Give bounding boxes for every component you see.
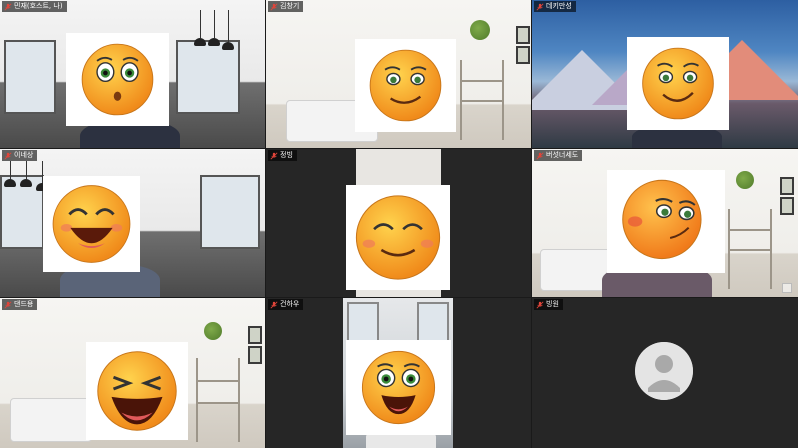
face-cover-emoji	[627, 37, 729, 130]
content-smile-face-icon	[355, 195, 441, 280]
participant-name: 건하우	[280, 300, 300, 308]
video-tile-6-active-speaker[interactable]: 버섯너세도	[532, 149, 798, 297]
face-cover-emoji	[86, 342, 188, 440]
face-cover-emoji	[355, 39, 456, 132]
participant-name-tag: 댄드용	[2, 299, 38, 310]
smirk-face-icon	[642, 47, 714, 120]
face-cover-emoji	[346, 340, 451, 435]
person-silhouette-icon	[635, 342, 693, 400]
video-tile-4[interactable]: 이네상	[0, 149, 265, 297]
participant-name: 댄드용	[14, 300, 34, 308]
mic-muted-icon	[4, 152, 12, 159]
pendant-lamp-icon	[208, 38, 220, 46]
background-shelf	[196, 358, 240, 442]
grinning-face-icon	[361, 350, 436, 425]
participant-name-tag: 김창기	[268, 1, 304, 12]
plant-icon	[736, 171, 754, 189]
face-cover-emoji	[346, 185, 450, 290]
mic-muted-icon	[270, 301, 278, 308]
face-cover-emoji	[66, 33, 169, 126]
wall-frame	[780, 197, 794, 215]
participant-name-tag: 민재(호스트, 나)	[2, 1, 67, 12]
mic-muted-icon	[536, 3, 544, 10]
participant-name: 민재(호스트, 나)	[14, 2, 63, 10]
video-tile-2[interactable]: 김창기	[266, 0, 531, 148]
participant-name-tag: 정빙	[268, 150, 297, 161]
wall-frame	[248, 346, 262, 364]
smirk-face-icon	[369, 49, 442, 122]
pendant-lamp-icon	[222, 42, 234, 50]
plant-icon	[470, 20, 490, 40]
wall-frame	[516, 46, 530, 64]
participant-name: 데키만성	[546, 2, 572, 10]
background-window	[200, 175, 260, 249]
pendant-lamp-icon	[194, 38, 206, 46]
background-window	[4, 40, 56, 114]
mic-muted-icon	[270, 3, 278, 10]
participant-name: 버섯너세도	[546, 151, 579, 159]
participant-name: 정빙	[280, 151, 293, 159]
background-window	[176, 40, 240, 114]
mic-muted-icon	[536, 152, 544, 159]
pendant-lamp-icon	[20, 179, 32, 187]
face-cover-emoji	[43, 176, 140, 272]
participant-name-tag: 건하우	[268, 299, 304, 310]
plant-icon	[204, 322, 222, 340]
participant-name: 빙원	[546, 300, 559, 308]
wall-frame	[516, 26, 530, 44]
xd-laughing-face-icon	[97, 351, 177, 431]
participant-name-tag: 버섯너세도	[534, 150, 583, 161]
face-cover-emoji	[607, 170, 725, 273]
mic-muted-icon	[4, 301, 12, 308]
mic-muted-icon	[4, 3, 12, 10]
video-tile-5[interactable]: 정빙	[266, 149, 531, 297]
pin-video-icon[interactable]	[782, 283, 792, 293]
default-avatar	[635, 342, 693, 400]
video-tile-7[interactable]: 댄드용	[0, 298, 265, 448]
wink-blush-face-icon	[622, 179, 702, 260]
participant-name-tag: 데키만성	[534, 1, 576, 12]
participant-name: 김창기	[280, 2, 300, 10]
laughing-blush-face-icon	[52, 185, 131, 263]
video-tile-9-camera-off[interactable]: 빙원	[532, 298, 798, 448]
participant-name: 이네상	[14, 151, 34, 159]
video-gallery-grid: 민재(호스트, 나) 김창기 데키만성 이네상 정빙 버섯너세도 댄드용 건하우…	[0, 0, 798, 448]
participant-name-tag: 이네상	[2, 150, 38, 161]
video-tile-1[interactable]: 민재(호스트, 나)	[0, 0, 265, 148]
video-tile-3[interactable]: 데키만성	[532, 0, 798, 148]
mic-muted-icon	[536, 301, 544, 308]
wall-frame	[780, 177, 794, 195]
pendant-lamp-icon	[4, 179, 16, 187]
surprised-face-icon	[81, 43, 154, 116]
video-tile-8[interactable]: 건하우	[266, 298, 531, 448]
background-sofa	[10, 398, 92, 442]
mic-muted-icon	[270, 152, 278, 159]
wall-frame	[248, 326, 262, 344]
participant-name-tag: 빙원	[534, 299, 563, 310]
